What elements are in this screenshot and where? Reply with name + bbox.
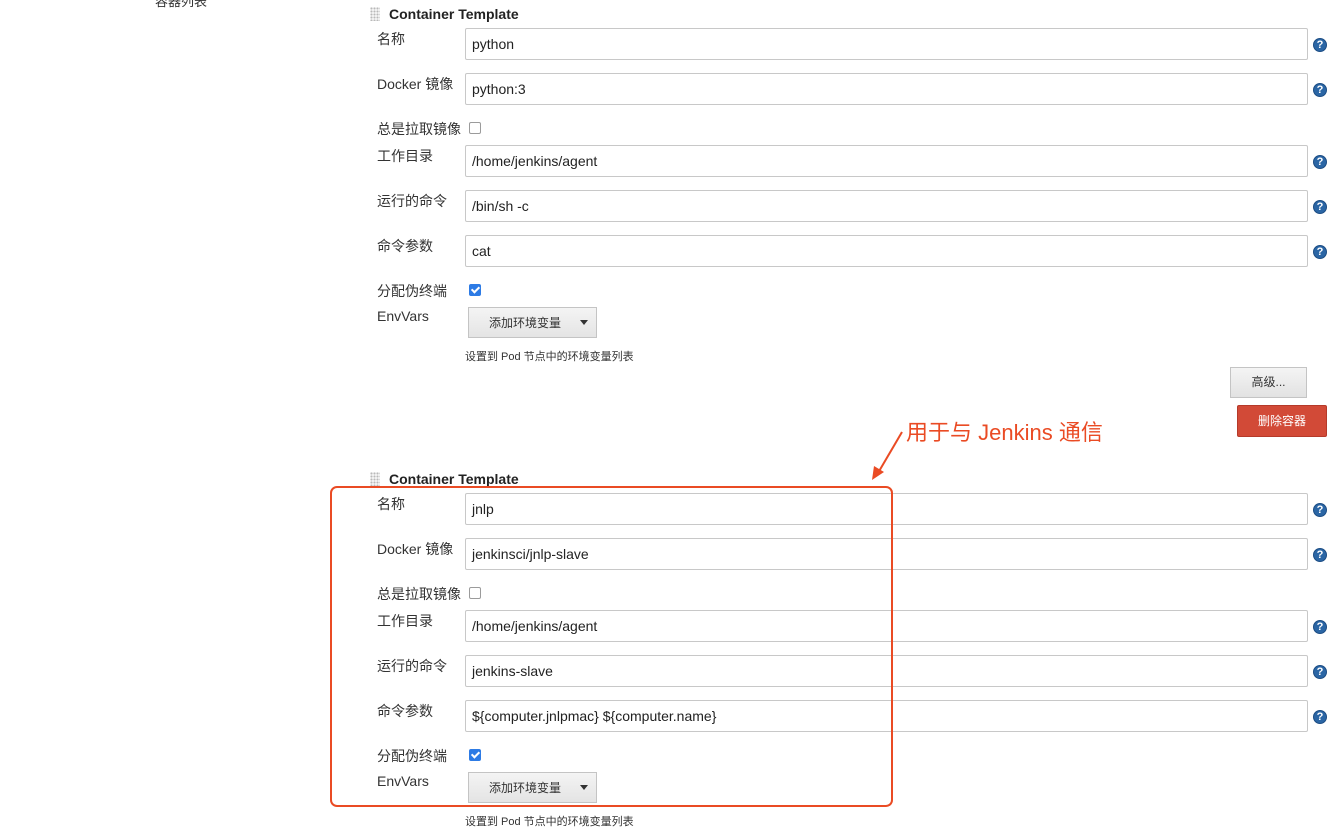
caret-down-icon bbox=[580, 320, 588, 325]
args-input[interactable]: ${computer.jnlpmac} ${computer.name} bbox=[465, 700, 1308, 732]
delete-container-button[interactable]: 删除容器 bbox=[1237, 405, 1327, 437]
help-icon[interactable] bbox=[1313, 665, 1327, 679]
add-env-var-label: 添加环境变量 bbox=[489, 781, 562, 795]
add-env-var-button[interactable]: 添加环境变量 bbox=[468, 307, 597, 338]
docker-image-input[interactable]: jenkinsci/jnlp-slave bbox=[465, 538, 1308, 570]
working-dir-input[interactable]: /home/jenkins/agent bbox=[465, 145, 1308, 177]
always-pull-label: 总是拉取镜像 bbox=[377, 121, 461, 137]
help-icon[interactable] bbox=[1313, 155, 1327, 169]
container-template-header: Container Template bbox=[370, 5, 519, 23]
working-dir-label: 工作目录 bbox=[377, 613, 433, 629]
help-icon[interactable] bbox=[1313, 620, 1327, 634]
image-label: Docker 镜像 bbox=[377, 541, 454, 557]
command-label: 运行的命令 bbox=[377, 658, 447, 674]
name-label: 名称 bbox=[377, 31, 405, 47]
help-icon[interactable] bbox=[1313, 200, 1327, 214]
env-hint: 设置到 Pod 节点中的环境变量列表 bbox=[465, 816, 634, 828]
annotation-text: 用于与 Jenkins 通信 bbox=[906, 420, 1103, 445]
env-hint: 设置到 Pod 节点中的环境变量列表 bbox=[465, 351, 634, 363]
docker-image-input[interactable]: python:3 bbox=[465, 73, 1308, 105]
add-env-var-label: 添加环境变量 bbox=[489, 316, 562, 330]
help-icon[interactable] bbox=[1313, 503, 1327, 517]
annotation-arrow-icon bbox=[872, 431, 903, 480]
working-dir-input[interactable]: /home/jenkins/agent bbox=[465, 610, 1308, 642]
tty-checkbox[interactable] bbox=[469, 749, 481, 761]
envvars-label: EnvVars bbox=[377, 308, 429, 324]
section-title: Container Template bbox=[389, 471, 519, 487]
container-list-label: 容器列表 bbox=[155, 0, 208, 9]
always-pull-checkbox[interactable] bbox=[469, 587, 481, 599]
drag-handle-icon[interactable] bbox=[370, 7, 380, 21]
tty-label: 分配伪终端 bbox=[377, 748, 447, 764]
image-label: Docker 镜像 bbox=[377, 76, 454, 92]
always-pull-label: 总是拉取镜像 bbox=[377, 586, 461, 602]
args-input[interactable]: cat bbox=[465, 235, 1308, 267]
working-dir-label: 工作目录 bbox=[377, 148, 433, 164]
always-pull-checkbox[interactable] bbox=[469, 122, 481, 134]
drag-handle-icon[interactable] bbox=[370, 472, 380, 486]
tty-checkbox[interactable] bbox=[469, 284, 481, 296]
advanced-button[interactable]: 高级... bbox=[1230, 367, 1307, 398]
name-input[interactable]: python bbox=[465, 28, 1308, 60]
command-label: 运行的命令 bbox=[377, 193, 447, 209]
args-label: 命令参数 bbox=[377, 238, 433, 254]
name-input[interactable]: jnlp bbox=[465, 493, 1308, 525]
tty-label: 分配伪终端 bbox=[377, 283, 447, 299]
envvars-label: EnvVars bbox=[377, 773, 429, 789]
args-label: 命令参数 bbox=[377, 703, 433, 719]
help-icon[interactable] bbox=[1313, 710, 1327, 724]
caret-down-icon bbox=[580, 785, 588, 790]
help-icon[interactable] bbox=[1313, 38, 1327, 52]
command-input[interactable]: /bin/sh -c bbox=[465, 190, 1308, 222]
help-icon[interactable] bbox=[1313, 245, 1327, 259]
section-title: Container Template bbox=[389, 6, 519, 22]
command-input[interactable]: jenkins-slave bbox=[465, 655, 1308, 687]
container-template-header: Container Template bbox=[370, 470, 519, 488]
name-label: 名称 bbox=[377, 496, 405, 512]
help-icon[interactable] bbox=[1313, 83, 1327, 97]
help-icon[interactable] bbox=[1313, 548, 1327, 562]
add-env-var-button[interactable]: 添加环境变量 bbox=[468, 772, 597, 803]
